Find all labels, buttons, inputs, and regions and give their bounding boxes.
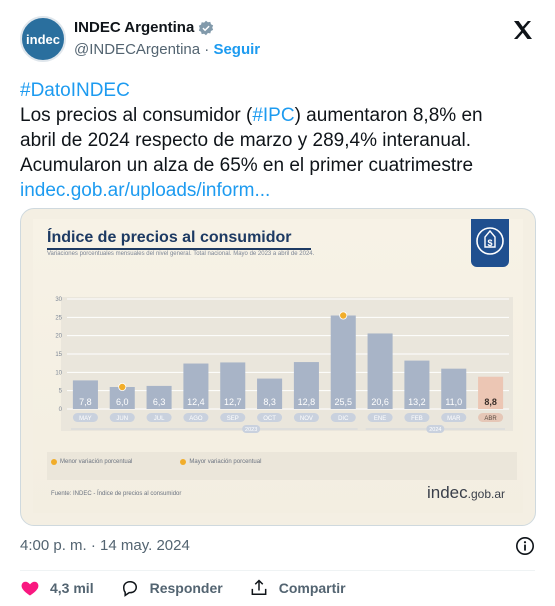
data-label: 25,5 bbox=[334, 397, 352, 407]
handle-line: @INDECArgentina · Seguir bbox=[74, 41, 260, 58]
year-label-2024: 2024 bbox=[429, 427, 441, 433]
infographic: Índice de precios al consumidor Variacio… bbox=[33, 219, 523, 513]
share-button[interactable]: Compartir bbox=[249, 578, 346, 598]
heart-icon bbox=[21, 581, 39, 596]
title-underline bbox=[47, 248, 311, 250]
y-tick-label: 25 bbox=[55, 315, 62, 321]
follow-button[interactable]: Seguir bbox=[213, 41, 260, 58]
legend-panel bbox=[47, 452, 517, 480]
legend-min-label: Menor variación porcentual bbox=[60, 459, 133, 465]
tweet-line-2: Los precios al consumidor (#IPC) aumenta… bbox=[20, 103, 535, 128]
avatar[interactable]: indec bbox=[20, 16, 66, 62]
share-icon bbox=[251, 579, 267, 595]
x-tick-label: MAY bbox=[79, 416, 92, 422]
divider bbox=[20, 570, 535, 571]
data-label: 6,0 bbox=[116, 397, 129, 407]
data-label: 12,4 bbox=[187, 397, 205, 407]
tweet-timestamp[interactable]: 4:00 p. m. · 14 may. 2024 bbox=[20, 537, 190, 554]
tweet-header: indec INDEC Argentina @INDECArgentina · … bbox=[20, 16, 535, 64]
x-tick-label: JUN bbox=[116, 416, 128, 422]
x-tick-label: MAR bbox=[447, 416, 461, 422]
x-tick-label: AGO bbox=[189, 416, 203, 422]
max-marker bbox=[339, 311, 348, 320]
data-label: 20,6 bbox=[371, 397, 389, 407]
verified-badge-icon bbox=[198, 20, 214, 36]
y-tick-label: 15 bbox=[55, 352, 62, 358]
hashtag-ipc[interactable]: #IPC bbox=[252, 105, 294, 126]
x-tick-label: OCT bbox=[263, 416, 276, 422]
chart-subtitle: Variaciones porcentuales mensuales del n… bbox=[47, 251, 315, 257]
legend-max-label: Mayor variación porcentual bbox=[189, 459, 262, 465]
handle[interactable]: @INDECArgentina bbox=[74, 41, 200, 58]
year-label-2023: 2023 bbox=[245, 427, 257, 433]
info-icon[interactable] bbox=[515, 536, 535, 556]
tweet-text-segment: Los precios al consumidor ( bbox=[20, 105, 253, 126]
x-tick-label: FEB bbox=[411, 416, 423, 422]
legend-min: Menor variación porcentual bbox=[51, 459, 132, 465]
x-tick-label: SEP bbox=[227, 416, 239, 422]
svg-text:$: $ bbox=[487, 238, 492, 248]
x-tick-label: NOV bbox=[300, 416, 313, 422]
data-label: 12,7 bbox=[224, 397, 242, 407]
like-count: 4,3 mil bbox=[50, 580, 94, 596]
data-label: 7,8 bbox=[79, 397, 92, 407]
legend-min-marker-icon bbox=[51, 459, 57, 465]
tweet-link[interactable]: indec.gob.ar/uploads/inform... bbox=[20, 178, 535, 203]
data-label: 8,3 bbox=[263, 397, 276, 407]
x-tick-label: JUL bbox=[154, 416, 165, 422]
tweet-line-3: abril de 2024 respecto de marzo y 289,4%… bbox=[20, 130, 471, 151]
bar bbox=[330, 315, 356, 409]
media-card[interactable]: Índice de precios al consumidor Variacio… bbox=[20, 208, 536, 526]
data-label: 8,8 bbox=[484, 397, 497, 407]
indec-badge-icon: $ bbox=[471, 219, 509, 267]
x-logo-icon[interactable] bbox=[511, 18, 535, 42]
reply-label: Responder bbox=[149, 580, 223, 596]
tweet-text: #DatoINDEC Los precios al consumidor (#I… bbox=[20, 78, 535, 203]
tweet-line-4: Acumularon un alza de 65% en el primer c… bbox=[20, 155, 474, 176]
brand-suffix: .gob.ar bbox=[467, 487, 505, 501]
display-name[interactable]: INDEC Argentina bbox=[74, 19, 194, 36]
chart-source: Fuente: INDEC - Índice de precios al con… bbox=[51, 491, 182, 497]
data-label: 12,8 bbox=[298, 397, 316, 407]
tweet-text-segment: ) aumentaron 8,8% en bbox=[294, 105, 483, 126]
data-label: 6,3 bbox=[153, 397, 166, 407]
brand-name: indec bbox=[427, 483, 468, 502]
data-label: 11,0 bbox=[445, 397, 462, 407]
data-label: 13,2 bbox=[408, 397, 426, 407]
like-button[interactable]: 4,3 mil bbox=[20, 578, 94, 598]
legend: Menor variación porcentual Mayor variaci… bbox=[51, 459, 261, 465]
y-tick-label: 30 bbox=[55, 297, 62, 303]
indec-brand-logo: indec.gob.ar bbox=[427, 483, 505, 503]
legend-max-marker-icon bbox=[180, 459, 187, 465]
y-tick-label: 10 bbox=[55, 370, 62, 376]
reply-button[interactable]: Responder bbox=[120, 578, 223, 598]
legend-max: Mayor variación porcentual bbox=[180, 459, 261, 465]
reply-bubble-icon bbox=[122, 581, 137, 597]
x-tick-label: DIC bbox=[338, 416, 349, 422]
author-block: INDEC Argentina @INDECArgentina · Seguir bbox=[74, 19, 260, 58]
y-tick-label: 20 bbox=[55, 334, 62, 340]
min-marker bbox=[118, 383, 127, 392]
separator: · bbox=[200, 41, 214, 58]
share-label: Compartir bbox=[278, 580, 346, 596]
hashtag-datoindec[interactable]: #DatoINDEC bbox=[20, 78, 535, 103]
author-line: INDEC Argentina bbox=[74, 19, 214, 36]
x-tick-label: ABR bbox=[484, 416, 497, 422]
bar-chart: 0510152025307,8MAY6,0JUN6,3JUL12,4AGO12,… bbox=[55, 297, 513, 433]
x-tick-label: ENE bbox=[374, 416, 386, 422]
tweet: indec INDEC Argentina @INDECArgentina · … bbox=[0, 0, 555, 606]
action-bar: 4,3 mil Responder Compartir bbox=[20, 578, 535, 598]
chart-title: Índice de precios al consumidor bbox=[47, 229, 292, 246]
